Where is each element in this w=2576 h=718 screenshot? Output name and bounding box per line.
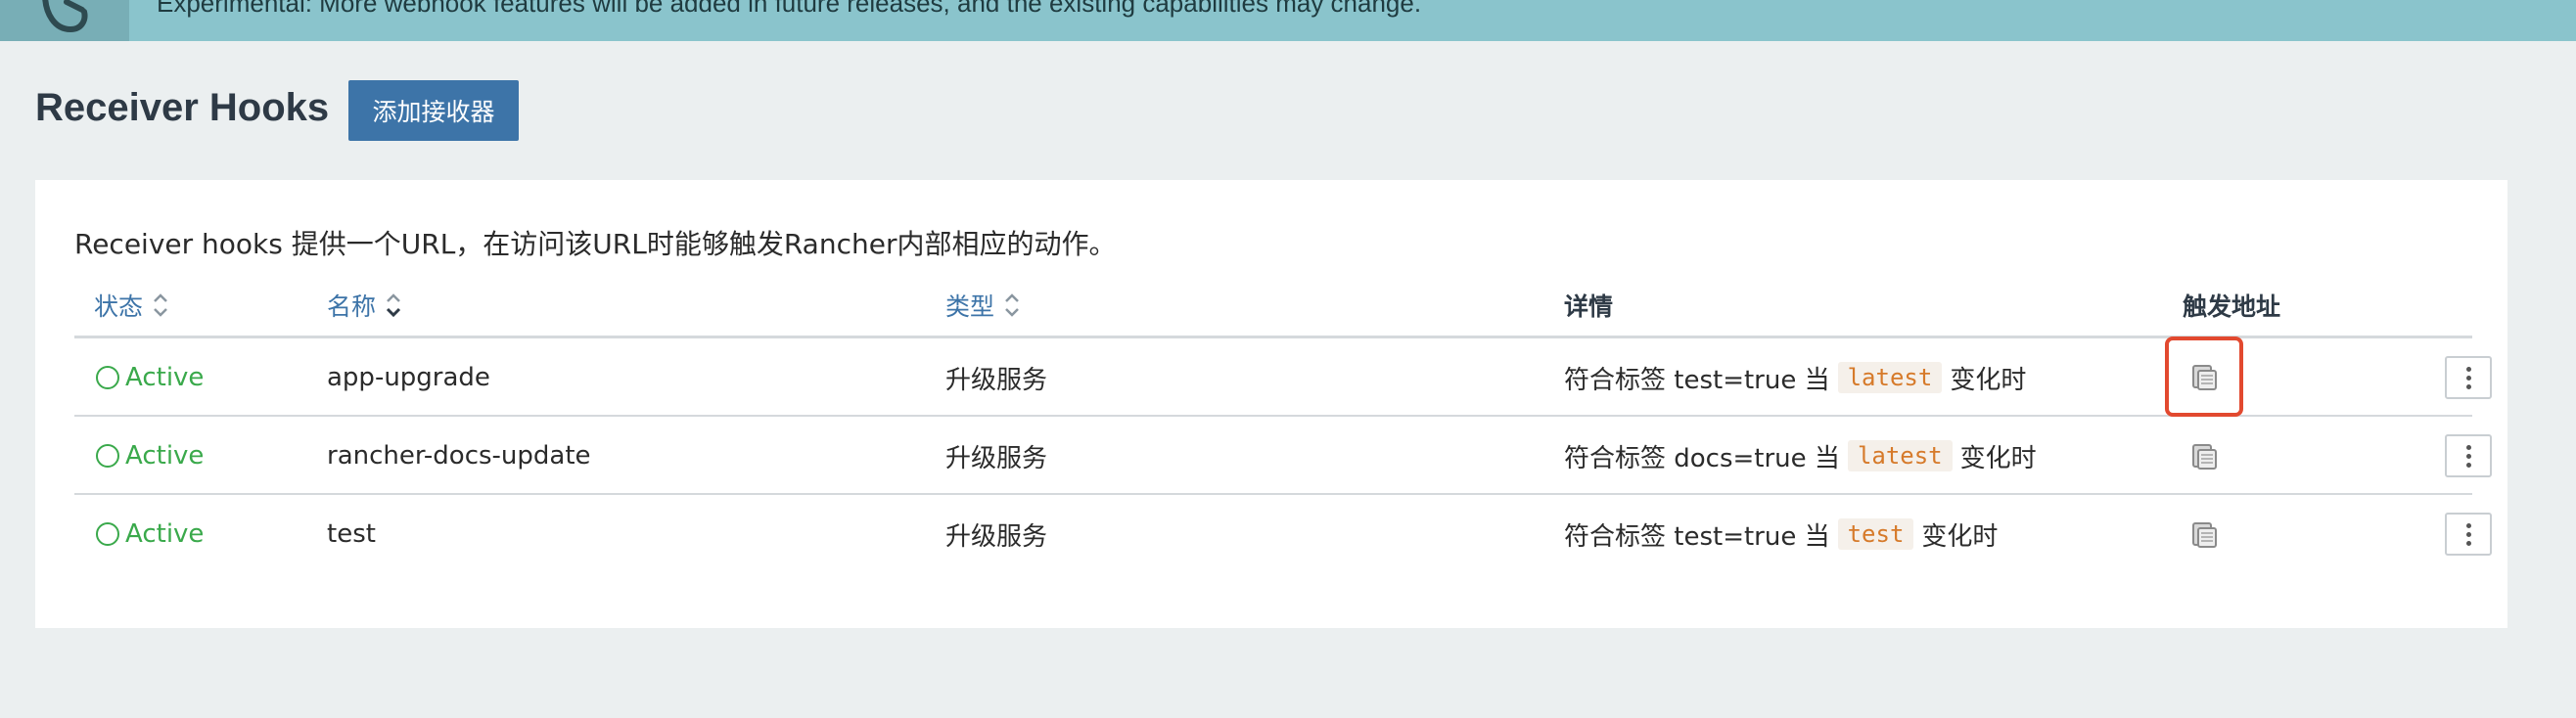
experimental-banner: Experimental: More webhook features will… xyxy=(0,0,2576,41)
sort-desc-icon xyxy=(386,293,401,318)
detail-tag: latest xyxy=(1847,440,1953,471)
status-circle-icon xyxy=(96,366,119,389)
rancher-logo-icon xyxy=(42,0,88,33)
row-actions-button[interactable] xyxy=(2445,434,2492,477)
detail-suffix: 变化时 xyxy=(1959,443,2037,473)
hook-details: 符合标签 docs=true 当 latest 变化时 xyxy=(1564,417,2037,495)
status-badge: Active xyxy=(96,417,204,495)
panel-description: Receiver hooks 提供一个URL，在访问该URL时能够触发Ranch… xyxy=(74,228,1117,260)
table-row: Active rancher-docs-update 升级服务 符合标签 doc… xyxy=(74,417,2492,495)
receiver-hooks-panel: Receiver hooks 提供一个URL，在访问该URL时能够触发Ranch… xyxy=(35,180,2507,628)
column-details-label: 详情 xyxy=(1564,292,1614,321)
column-name-header[interactable]: 名称 xyxy=(327,288,401,323)
sort-icon xyxy=(1005,293,1019,317)
copy-trigger-url-button[interactable] xyxy=(2165,417,2243,495)
status-badge: Active xyxy=(96,495,204,573)
banner-text: Experimental: More webhook features will… xyxy=(157,0,1422,18)
hook-type: 升级服务 xyxy=(945,365,1048,395)
column-type-label: 类型 xyxy=(945,292,995,321)
table-row: Active test 升级服务 符合标签 test=true 当 test 变… xyxy=(74,495,2492,573)
page-title: Receiver Hooks xyxy=(35,86,330,129)
hook-type: 升级服务 xyxy=(945,521,1048,552)
column-status-label: 状态 xyxy=(94,292,144,321)
more-vertical-icon xyxy=(2465,522,2471,528)
copy-trigger-url-button[interactable] xyxy=(2165,495,2243,573)
more-vertical-icon-dot xyxy=(2465,453,2471,459)
banner-icon-box xyxy=(0,0,129,41)
detail-suffix: 变化时 xyxy=(1950,365,2027,395)
row-actions-button[interactable] xyxy=(2445,356,2492,399)
copy-icon xyxy=(2192,365,2217,390)
status-badge: Active xyxy=(96,338,204,417)
copy-icon xyxy=(2192,522,2217,548)
status-circle-icon xyxy=(96,522,119,546)
hook-name: rancher-docs-update xyxy=(327,441,591,471)
column-type-header[interactable]: 类型 xyxy=(945,288,1020,323)
detail-prefix: 符合标签 test=true 当 xyxy=(1564,521,1830,552)
hook-type: 升级服务 xyxy=(945,443,1048,473)
more-vertical-icon-dot xyxy=(2465,375,2471,381)
column-status-header[interactable]: 状态 xyxy=(94,288,168,323)
detail-tag: test xyxy=(1837,518,1914,550)
copy-trigger-url-button[interactable] xyxy=(2165,337,2243,417)
status-text: Active xyxy=(125,519,205,549)
hook-name: app-upgrade xyxy=(327,363,490,392)
column-trigger-url-label: 触发地址 xyxy=(2183,292,2281,321)
detail-prefix: 符合标签 docs=true 当 xyxy=(1564,443,1840,473)
detail-prefix: 符合标签 test=true 当 xyxy=(1564,365,1830,395)
copy-icon xyxy=(2192,444,2217,470)
row-actions-button[interactable] xyxy=(2445,513,2492,556)
column-details-header: 详情 xyxy=(1564,288,1613,323)
hook-details: 符合标签 test=true 当 test 变化时 xyxy=(1564,495,1998,573)
column-name-label: 名称 xyxy=(327,292,377,321)
sort-icon xyxy=(154,293,167,317)
detail-suffix: 变化时 xyxy=(1921,521,1999,552)
hook-details: 符合标签 test=true 当 latest 变化时 xyxy=(1564,338,2026,417)
table-header: 状态 名称 类型 详情 触发地址 xyxy=(74,278,2472,338)
column-trigger-url-header: 触发地址 xyxy=(2183,288,2280,323)
more-vertical-icon xyxy=(2465,444,2471,450)
hook-name: test xyxy=(327,519,376,549)
table-row: Active app-upgrade 升级服务 符合标签 test=true 当… xyxy=(74,337,2492,417)
receiver-hooks-table: 状态 名称 类型 详情 触发地址 Active app-upgrade 升级服务… xyxy=(74,278,2492,573)
more-vertical-icon-dot xyxy=(2465,540,2471,546)
more-vertical-icon-dot xyxy=(2465,383,2471,389)
detail-tag: latest xyxy=(1837,362,1943,393)
status-text: Active xyxy=(125,363,205,392)
status-text: Active xyxy=(125,441,205,471)
status-circle-icon xyxy=(96,444,119,468)
more-vertical-icon xyxy=(2465,366,2471,372)
add-receiver-button[interactable]: 添加接收器 xyxy=(348,80,519,141)
more-vertical-icon-dot xyxy=(2465,531,2471,537)
more-vertical-icon-dot xyxy=(2465,462,2471,468)
